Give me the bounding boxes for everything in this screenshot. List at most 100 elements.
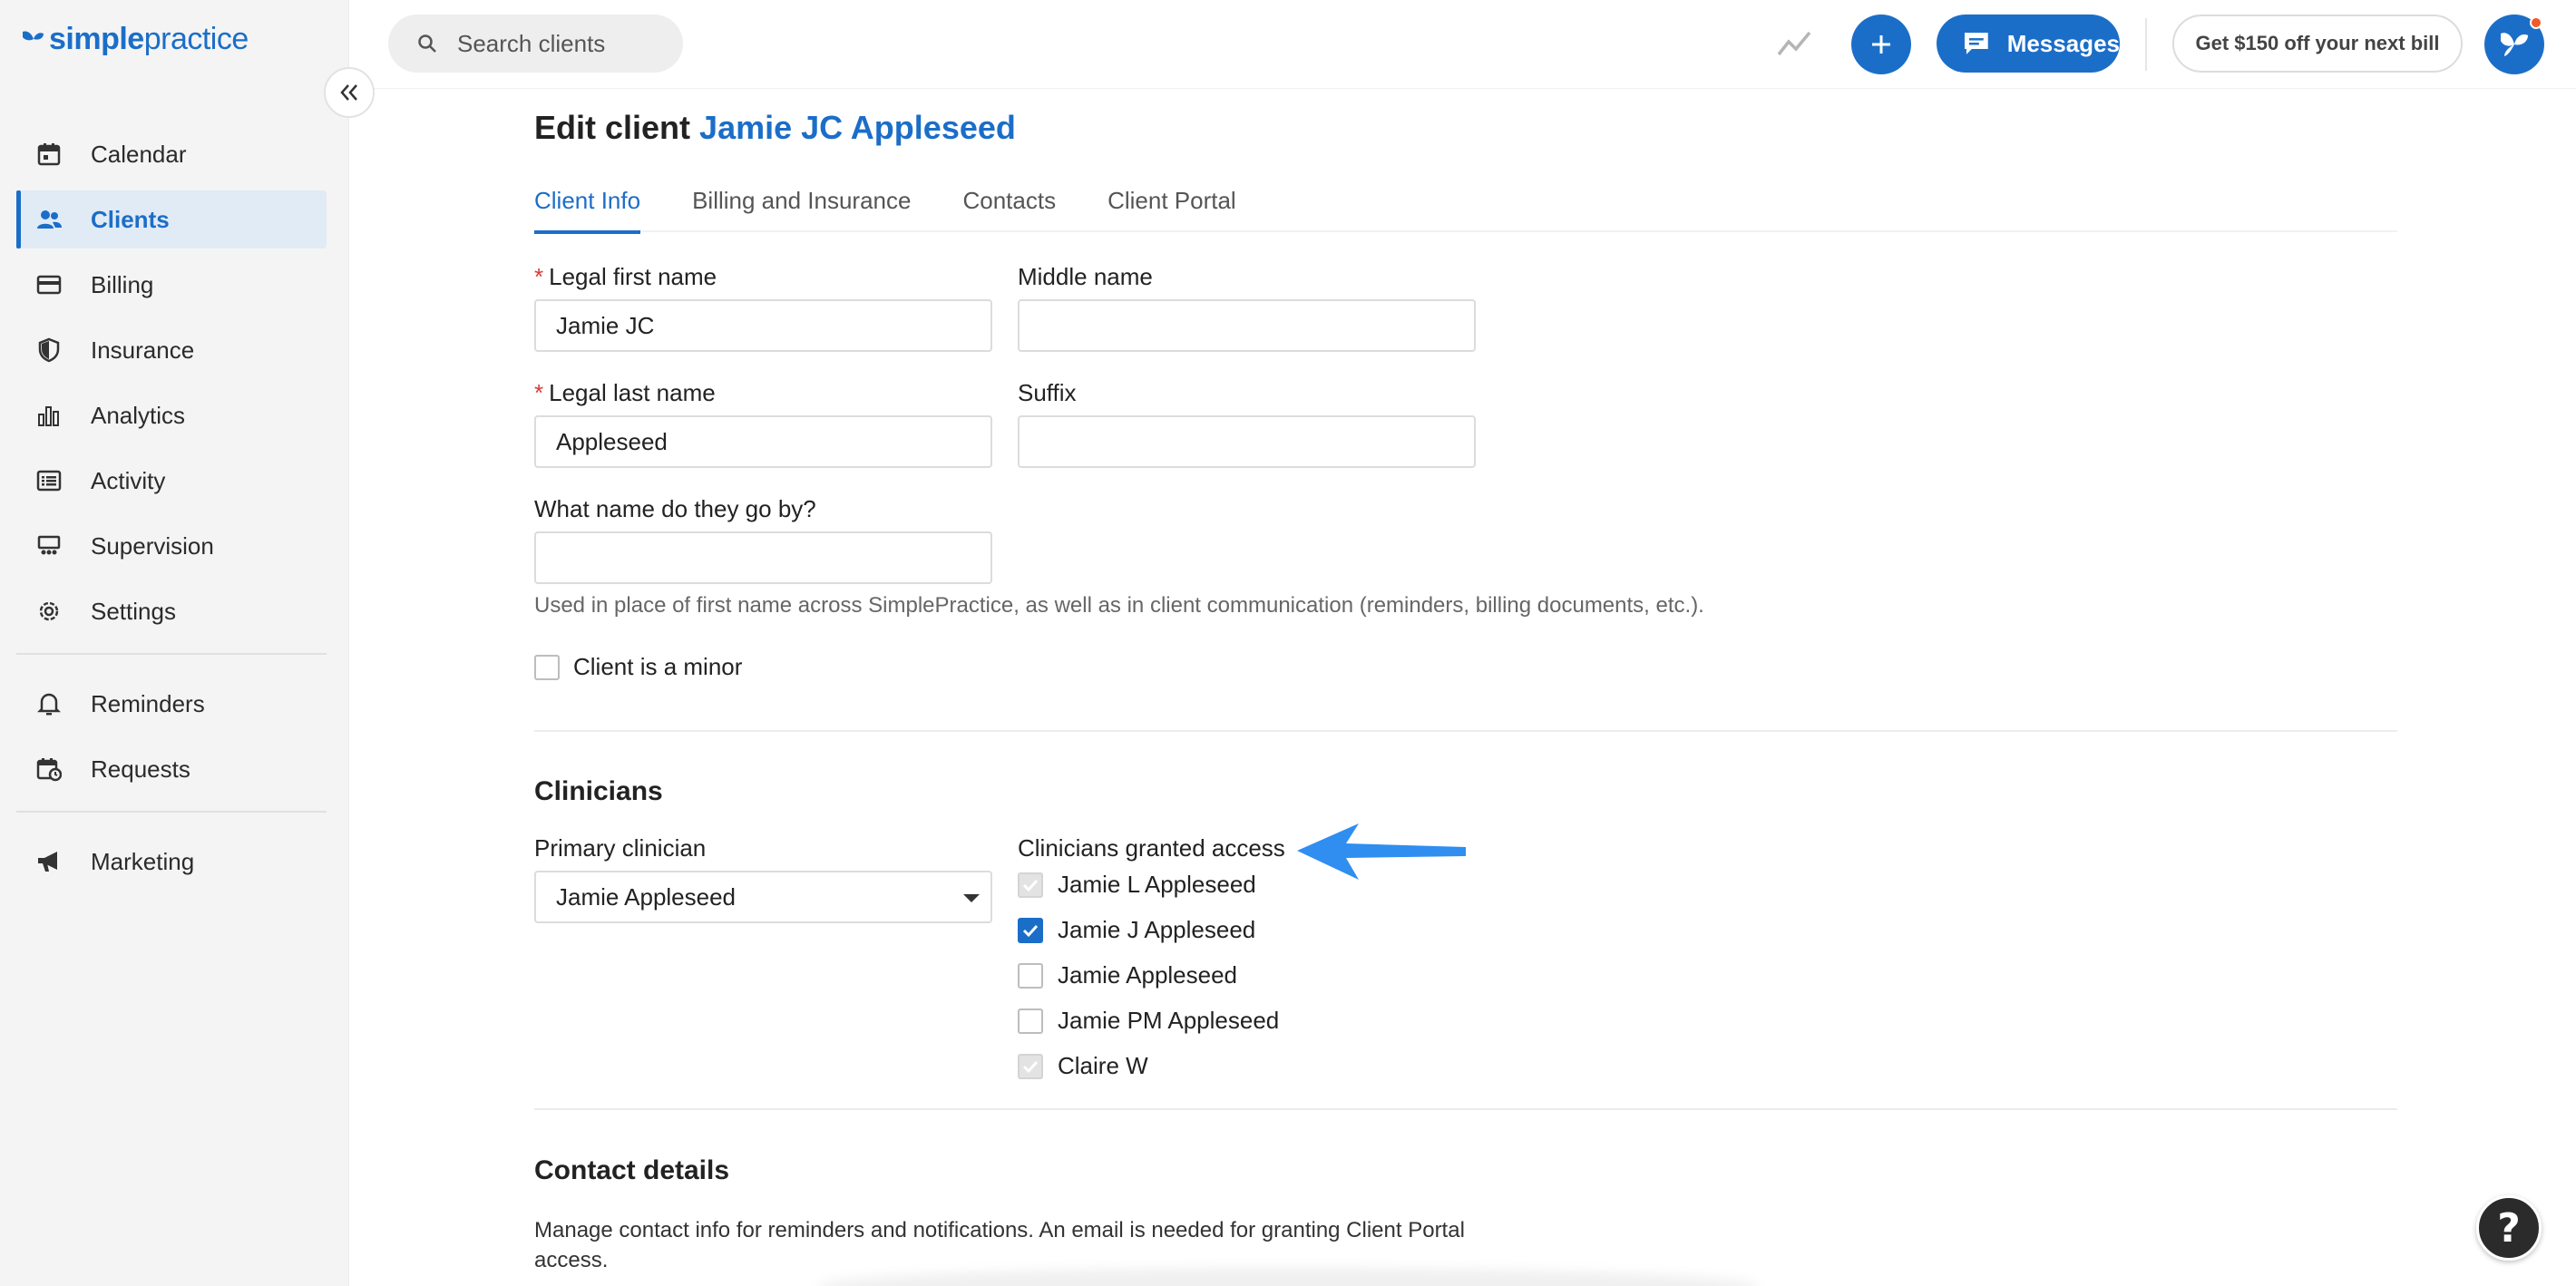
sidebar-item-activity[interactable]: Activity [16,452,327,510]
calendar-icon [34,140,63,169]
messages-label: Messages [2006,29,2120,57]
sidebar-item-label: Supervision [91,531,214,560]
client-name-link[interactable]: Jamie JC Appleseed [699,109,1016,146]
primary-clinician-value: Jamie Appleseed [556,882,737,911]
clinician-checkbox-jamie-j[interactable] [1018,918,1043,943]
checkmark-icon [1022,1060,1039,1074]
page-title-prefix: Edit client [534,109,691,146]
preferred-name-field[interactable] [534,531,992,584]
credit-card-icon [34,270,63,299]
sidebar-item-supervision[interactable]: Supervision [16,517,327,575]
page-title: Edit client Jamie JC Appleseed [534,109,1016,147]
sidebar-item-marketing[interactable]: Marketing [16,833,327,891]
sidebar-item-label: Insurance [91,336,195,364]
sidebar-item-settings[interactable]: Settings [16,582,327,640]
logo-text-light: practice [143,22,249,56]
sidebar-item-calendar[interactable]: Calendar [16,125,327,183]
section-divider [534,1108,2397,1110]
sidebar-item-reminders[interactable]: Reminders [16,675,327,733]
clinician-label[interactable]: Jamie Appleseed [1058,961,1237,989]
plus-icon [1872,35,1890,54]
butterfly-logo-icon [23,30,44,40]
simplepractice-logo[interactable]: simple practice [20,22,249,57]
client-minor-label[interactable]: Client is a minor [573,653,742,681]
legal-last-name-label: * Legal last name [534,379,716,406]
clinician-label: Claire W [1058,1052,1148,1079]
list-icon [34,466,63,495]
sidebar-item-clients[interactable]: Clients [16,190,327,248]
search-icon [418,34,436,53]
tab-contacts[interactable]: Contacts [962,187,1056,232]
supervision-icon [34,531,63,560]
sidebar-item-label: Settings [91,597,176,625]
question-mark-icon: ? [2497,1204,2521,1252]
sidebar-item-billing[interactable]: Billing [16,256,327,314]
calendar-request-icon [34,755,63,784]
checkmark-icon [1022,879,1039,892]
top-bar: Search clients Messages Get $150 off you… [349,0,2576,89]
primary-clinician-select[interactable]: Jamie Appleseed [534,871,992,923]
messages-button[interactable]: Messages [1937,15,2120,73]
required-asterisk: * [534,379,544,406]
search-input[interactable]: Search clients [388,15,683,73]
contact-details-description: Manage contact info for reminders and no… [534,1218,1465,1272]
topbar-divider [2145,18,2147,71]
sidebar-divider [16,811,327,813]
client-tabs: Client Info Billing and Insurance Contac… [534,187,2397,234]
trend-line-icon[interactable] [1776,27,1812,60]
middle-name-field[interactable] [1018,299,1476,352]
tab-billing-and-insurance[interactable]: Billing and Insurance [692,187,911,232]
sidebar: simple practice Calendar Clients Billing … [0,0,349,1286]
caret-down-icon [963,894,980,902]
sidebar-item-insurance[interactable]: Insurance [16,321,327,379]
double-chevron-left-icon [340,84,357,101]
logo-text-bold: simple [49,22,144,56]
sidebar-item-label: Calendar [91,140,187,168]
add-new-button[interactable] [1851,15,1911,74]
help-button[interactable]: ? [2476,1195,2542,1261]
section-divider [534,730,2397,732]
suffix-label: Suffix [1018,379,1077,406]
tab-client-portal[interactable]: Client Portal [1107,187,1236,232]
client-minor-checkbox[interactable] [534,655,560,680]
sidebar-item-label: Clients [91,205,170,233]
checkmark-icon [1022,924,1039,938]
preferred-name-label: What name do they go by? [534,495,816,522]
sidebar-item-label: Requests [91,755,190,783]
clinicians-section-title: Clinicians [534,776,663,806]
required-asterisk: * [534,263,544,290]
clinician-checkbox-jamie[interactable] [1018,963,1043,989]
gear-icon [34,597,63,626]
annotation-arrow-icon [1297,823,1466,880]
sidebar-item-requests[interactable]: Requests [16,740,327,798]
sidebar-item-label: Analytics [91,401,186,429]
clinician-checkbox-jamie-pm[interactable] [1018,1008,1043,1034]
sidebar-item-label: Activity [91,466,166,494]
sidebar-divider [16,653,327,655]
legal-first-name-value: Jamie JC [556,311,655,339]
legal-first-name-field[interactable]: Jamie JC [534,299,992,352]
sidebar-item-analytics[interactable]: Analytics [16,386,327,444]
clinician-label: Jamie L Appleseed [1058,871,1256,898]
clinicians-granted-access-label: Clinicians granted access [1018,834,1285,862]
collapse-sidebar-button[interactable] [324,67,375,118]
promo-referral-button[interactable]: Get $150 off your next bill [2172,15,2463,73]
butterfly-avatar-icon [2501,33,2528,56]
sidebar-item-label: Billing [91,270,154,298]
clinician-label[interactable]: Jamie J Appleseed [1058,916,1255,944]
legal-last-name-value: Appleseed [556,427,668,455]
legal-last-name-field[interactable]: Appleseed [534,415,992,468]
clinician-checkbox-claire-w [1018,1054,1043,1079]
bar-chart-icon [34,401,63,430]
middle-name-label: Middle name [1018,263,1153,290]
megaphone-icon [34,847,63,876]
sidebar-item-label: Reminders [91,689,205,717]
tab-client-info[interactable]: Client Info [534,187,641,234]
promo-label: Get $150 off your next bill [2195,32,2440,54]
suffix-field[interactable] [1018,415,1476,468]
shield-icon [34,336,63,365]
bell-icon [34,689,63,718]
clinician-label[interactable]: Jamie PM Appleseed [1058,1007,1279,1035]
primary-clinician-label: Primary clinician [534,834,707,862]
contact-details-section-title: Contact details [534,1155,730,1185]
